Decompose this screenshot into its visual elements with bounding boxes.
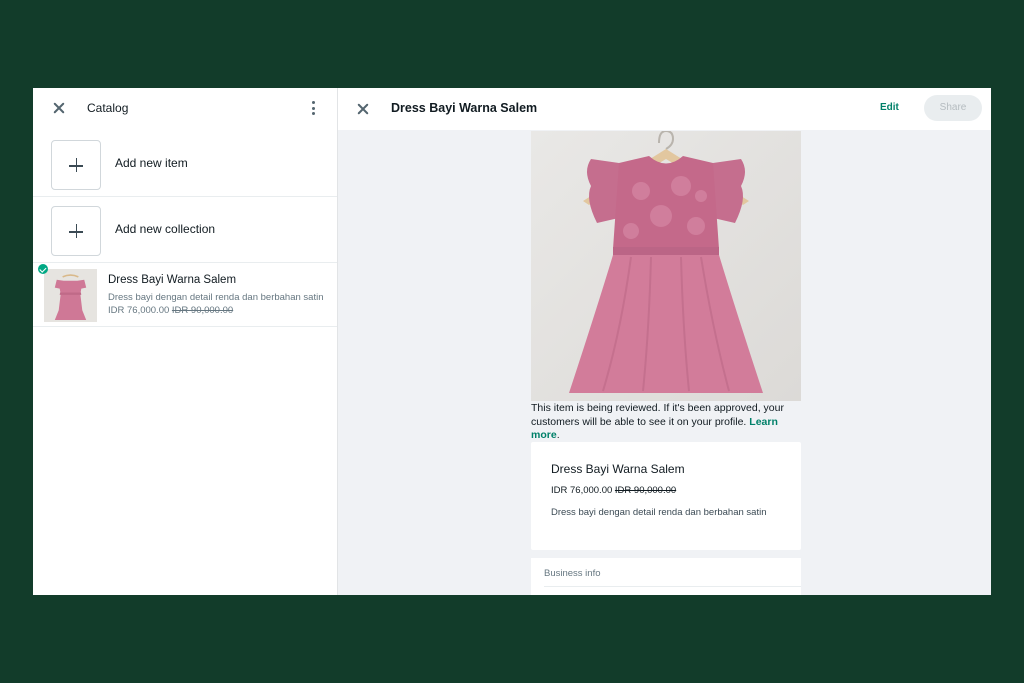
item-description: Dress bayi dengan detail renda dan berba… bbox=[108, 292, 324, 303]
product-original-price: IDR 90,000.00 bbox=[614, 485, 677, 496]
catalog-title: Catalog bbox=[87, 101, 129, 115]
review-notice-text: This item is being reviewed. If it's bee… bbox=[531, 402, 784, 428]
product-price: IDR 76,000.00 IDR 90,000.00 bbox=[551, 485, 676, 496]
product-header: Dress Bayi Warna Salem Edit Share bbox=[338, 88, 991, 130]
share-button[interactable]: Share bbox=[924, 95, 982, 121]
add-new-item-button[interactable]: Add new item bbox=[33, 132, 337, 197]
product-description: Dress bayi dengan detail renda dan berba… bbox=[551, 507, 767, 518]
plus-icon bbox=[51, 206, 101, 256]
review-notice: This item is being reviewed. If it's bee… bbox=[531, 402, 784, 441]
item-price: IDR 76,000.00 IDR 90,000.00 bbox=[108, 305, 233, 316]
check-icon bbox=[38, 264, 48, 274]
close-icon bbox=[356, 102, 370, 116]
product-name: Dress Bayi Warna Salem bbox=[551, 462, 685, 476]
divider bbox=[544, 586, 801, 587]
more-options-icon[interactable] bbox=[311, 101, 315, 115]
product-sale-price: IDR 76,000.00 bbox=[551, 485, 613, 496]
app-window: Catalog Add new item Add new collection … bbox=[33, 88, 991, 595]
business-info-label: Business info bbox=[544, 568, 601, 579]
product-title: Dress Bayi Warna Salem bbox=[391, 101, 538, 115]
catalog-header: Catalog bbox=[33, 88, 337, 128]
add-new-item-label: Add new item bbox=[115, 156, 188, 170]
add-new-collection-button[interactable]: Add new collection bbox=[33, 198, 337, 263]
edit-button[interactable]: Edit bbox=[880, 102, 899, 113]
product-image bbox=[531, 131, 801, 401]
catalog-item[interactable]: Dress Bayi Warna Salem Dress bayi dengan… bbox=[33, 262, 337, 327]
item-thumbnail bbox=[44, 269, 97, 322]
item-title: Dress Bayi Warna Salem bbox=[108, 274, 237, 286]
add-new-collection-label: Add new collection bbox=[115, 222, 216, 236]
product-detail-panel: Dress Bayi Warna Salem Edit Share This i… bbox=[338, 88, 991, 595]
item-original-price: IDR 90,000.00 bbox=[171, 305, 234, 316]
product-info-card: Dress Bayi Warna Salem IDR 76,000.00 IDR… bbox=[531, 442, 801, 550]
close-product-button[interactable] bbox=[356, 102, 370, 116]
close-catalog-button[interactable] bbox=[52, 101, 66, 115]
item-sale-price: IDR 76,000.00 bbox=[108, 305, 170, 316]
close-icon bbox=[52, 101, 66, 115]
catalog-panel: Catalog Add new item Add new collection … bbox=[33, 88, 338, 595]
plus-icon bbox=[51, 140, 101, 190]
business-info-card: Business info bbox=[531, 558, 801, 595]
